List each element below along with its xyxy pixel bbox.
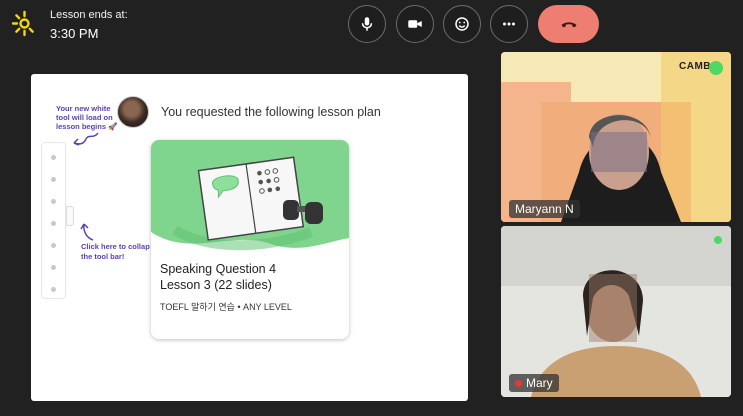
- whiteboard-hint: Your new white tool will load on lesson …: [56, 104, 124, 131]
- tool-button[interactable]: [51, 199, 56, 204]
- video-tile-maryann[interactable]: CAMB Maryann N: [501, 52, 731, 222]
- emoji-button[interactable]: [443, 5, 481, 43]
- hang-up-icon: [561, 22, 576, 28]
- video-feed: [501, 52, 731, 222]
- tool-button[interactable]: [51, 177, 56, 182]
- brand-overlay-text: CAMB: [679, 61, 711, 72]
- participant-name-tag: Mary: [509, 374, 559, 392]
- tool-button[interactable]: [51, 287, 56, 292]
- tool-button[interactable]: [51, 221, 56, 226]
- lesson-end-label: Lesson ends at:: [50, 9, 128, 21]
- smiley-icon: [455, 17, 469, 31]
- whiteboard-toolbar[interactable]: [41, 142, 74, 299]
- lesson-card-title: Speaking Question 4 Lesson 3 (22 slides): [160, 261, 276, 293]
- microphone-icon: [361, 17, 373, 31]
- lesson-card-title-line: Speaking Question 4: [160, 262, 277, 276]
- video-feed: [501, 226, 731, 397]
- online-indicator: [709, 61, 723, 75]
- microphone-button[interactable]: [348, 5, 386, 43]
- toolbar-hint-line: Click here to collap: [81, 242, 150, 251]
- sun-logo-icon: [11, 10, 38, 37]
- lesson-plan-heading: You requested the following lesson plan: [161, 105, 381, 119]
- video-tile-mary[interactable]: Mary: [501, 226, 731, 397]
- tool-button[interactable]: [51, 155, 56, 160]
- lesson-end-time: 3:30 PM: [50, 26, 99, 41]
- toolbar-collapse-handle[interactable]: [66, 206, 74, 226]
- online-indicator: [714, 236, 722, 244]
- toolbar-hint: Click here to collap the tool bar!: [81, 242, 151, 261]
- lesson-card-subtitle: Lesson 3 (22 slides): [160, 278, 272, 292]
- end-call-button[interactable]: [538, 5, 599, 43]
- mic-muted-icon: [515, 380, 522, 388]
- camera-button[interactable]: [396, 5, 434, 43]
- squiggle-arrow-icon: [73, 132, 99, 146]
- lesson-end-info: Lesson ends at: 3:30 PM: [50, 9, 128, 41]
- participant-name-tag: Maryann N: [509, 200, 580, 218]
- toolbar-hint-line: the tool bar!: [81, 251, 125, 261]
- tool-button[interactable]: [51, 265, 56, 270]
- whiteboard-hint-line: Your new white: [56, 104, 111, 113]
- more-dots-icon: [503, 22, 515, 26]
- more-options-button[interactable]: [490, 5, 528, 43]
- participant-name: Mary: [526, 376, 553, 390]
- speaking-workout-illustration: [151, 140, 349, 260]
- tutor-avatar: [117, 96, 149, 128]
- lesson-plan-card[interactable]: Speaking Question 4 Lesson 3 (22 slides)…: [151, 140, 349, 339]
- whiteboard-hint-line: tool will load on: [56, 113, 113, 122]
- whiteboard-panel[interactable]: Your new white tool will load on lesson …: [31, 74, 468, 401]
- tool-button[interactable]: [51, 243, 56, 248]
- curved-arrow-icon: [80, 223, 94, 241]
- video-camera-icon: [408, 20, 422, 28]
- lesson-card-meta: TOEFL 말하기 연습 • ANY LEVEL: [160, 302, 292, 312]
